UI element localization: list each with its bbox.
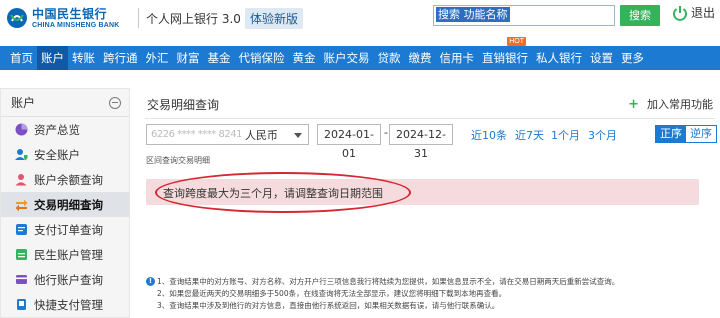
header: 中国民生银行 CHINA MINSHENG BANK 个人网上银行 3.0 体验… xyxy=(0,0,720,36)
sidebar-header: 账户 xyxy=(1,89,129,117)
sidebar-item-label: 民生账户管理 xyxy=(34,247,103,262)
quick-range-7days[interactable]: 近7天 xyxy=(515,127,544,143)
sidebar-item-label: 他行账户查询 xyxy=(34,272,103,287)
nav-item[interactable]: 跨行通 xyxy=(99,46,142,70)
arrows-icon xyxy=(15,198,28,212)
quick-range-1month[interactable]: 1个月 xyxy=(551,127,580,143)
add-favorite-label: 加入常用功能 xyxy=(647,98,713,111)
info-icon: ! xyxy=(146,277,155,286)
sidebar-item[interactable]: 他行账户查询 xyxy=(1,267,129,292)
page-title: 交易明细查询 xyxy=(147,98,220,112)
plus-icon: + xyxy=(628,96,639,112)
logout-label: 退出 xyxy=(691,6,716,20)
nav-item[interactable]: 财富 xyxy=(173,46,204,70)
nav-item[interactable]: 首页 xyxy=(6,46,37,70)
annotation-ellipse xyxy=(155,172,411,213)
quick-range-last10[interactable]: 近10条 xyxy=(471,127,507,143)
sidebar-title: 账户 xyxy=(11,96,36,110)
sidebar-item-label: 支付订单查询 xyxy=(34,222,103,237)
sidebar-item[interactable]: 交易明细查询 xyxy=(1,192,129,217)
note-line-1: 1、查询结果中的对方账号、对方名称、对方开户行三项信息我行将陆续为您提供，如果信… xyxy=(157,277,620,286)
start-date-input[interactable]: 2024-01-01 xyxy=(317,124,381,160)
sidebar-list: 资产总览安全账户账户余额查询 交易明细查询 支付订单查询 民生账户管理 他行账户查询 快捷… xyxy=(1,117,129,317)
search-button[interactable]: 搜索 xyxy=(620,5,660,26)
pie-chart-icon xyxy=(15,123,28,136)
quick-range-3months[interactable]: 3个月 xyxy=(588,127,617,143)
hot-badge: HOT xyxy=(507,37,526,46)
header-divider xyxy=(138,8,139,28)
sidebar-item-label: 账户余额查询 xyxy=(34,172,103,187)
sidebar-item-label: 快捷支付管理 xyxy=(34,297,103,312)
main-content: 交易明细查询 + 加入常用功能 6226 **** **** 8241 人民币 … xyxy=(140,88,720,318)
date-separator: - xyxy=(384,126,388,139)
sidebar-item[interactable]: 民生账户管理 xyxy=(1,242,129,267)
end-date-input[interactable]: 2024-12-31 xyxy=(389,124,453,160)
order-icon xyxy=(15,223,28,236)
sidebar: 账户 资产总览安全账户账户余额查询 交易明细查询 支付订单查询 民生账户管理 他行账户查… xyxy=(0,88,130,318)
order-desc-button[interactable]: 逆序 xyxy=(686,126,716,142)
account-select[interactable]: 6226 **** **** 8241 人民币 xyxy=(146,124,309,145)
nav-item[interactable]: 基金 xyxy=(204,46,235,70)
sort-order-toggle: 正序 逆序 xyxy=(655,125,717,143)
chevron-down-icon xyxy=(294,133,302,138)
sidebar-item[interactable]: 快捷支付管理 xyxy=(1,292,129,317)
nav-item[interactable]: 账户交易 xyxy=(320,46,374,70)
order-asc-button[interactable]: 正序 xyxy=(656,126,686,142)
sidebar-item[interactable]: 账户余额查询 xyxy=(1,167,129,192)
search-input[interactable]: 搜索 功能名称 xyxy=(433,5,615,26)
sidebar-item[interactable]: 资产总览 xyxy=(1,117,129,142)
sidebar-item[interactable]: 安全账户 xyxy=(1,142,129,167)
account-icon xyxy=(15,248,28,261)
sidebar-item-label: 安全账户 xyxy=(34,147,80,162)
collapse-icon[interactable] xyxy=(109,96,121,109)
nav-item[interactable]: 账户 xyxy=(37,46,68,70)
add-favorite-button[interactable]: + 加入常用功能 xyxy=(628,96,713,112)
nav-item[interactable]: 代销保险 xyxy=(235,46,289,70)
other-bank-icon xyxy=(15,273,28,286)
user-icon xyxy=(15,173,28,186)
note-line-3: 3、查询结果中涉及到他行的对方信息，直接由他行系统返回，如果相关数据有误，请与他… xyxy=(157,301,500,310)
nav-item[interactable]: 直销银行 HOT xyxy=(478,37,532,70)
main-nav: 首页 账户 转账 跨行通 外汇 财富 基金 代销保险 黄金 账户交易 贷款 缴费 信用卡 直销银行 HOT 私… xyxy=(0,37,720,70)
nav-item[interactable]: 设置 xyxy=(586,46,617,70)
sidebar-item-label: 交易明细查询 xyxy=(34,197,103,212)
account-number: 6226 **** **** 8241 xyxy=(151,129,242,140)
logout-button[interactable]: 退出 xyxy=(672,4,715,21)
nav-item[interactable]: 外汇 xyxy=(142,46,173,70)
range-query-label: 区间查询交易明细 xyxy=(146,156,210,165)
nav-item[interactable]: 信用卡 xyxy=(436,46,479,70)
power-icon xyxy=(673,5,687,21)
sidebar-item[interactable]: 支付订单查询 xyxy=(1,217,129,242)
sidebar-item-label: 资产总览 xyxy=(34,122,80,137)
search-input-value: 搜索 功能名称 xyxy=(436,7,510,22)
new-version-badge[interactable]: 体验新版 xyxy=(245,8,304,29)
logo-cn-text: 中国民生银行 xyxy=(32,6,108,21)
app-title: 个人网上银行 3.0 xyxy=(146,12,241,26)
nav-item[interactable]: 更多 xyxy=(617,46,648,70)
nav-item[interactable]: 转账 xyxy=(68,46,99,70)
quick-pay-icon xyxy=(15,298,28,311)
user-shield-icon xyxy=(15,148,28,161)
nav-item[interactable]: 缴费 xyxy=(405,46,436,70)
nav-item[interactable]: 私人银行 xyxy=(532,46,586,70)
title-divider xyxy=(145,118,715,119)
bank-logo-icon xyxy=(7,8,27,28)
bank-logo[interactable]: 中国民生银行 CHINA MINSHENG BANK xyxy=(6,5,136,31)
nav-item[interactable]: 贷款 xyxy=(374,46,405,70)
note-line-2: 2、如果您最近两天的交易明细多于500条，在线查询将无法全部显示，建议您将明细下… xyxy=(157,289,507,298)
logo-en-text: CHINA MINSHENG BANK xyxy=(32,21,120,29)
nav-item[interactable]: 黄金 xyxy=(289,46,320,70)
account-currency: 人民币 xyxy=(244,128,278,142)
